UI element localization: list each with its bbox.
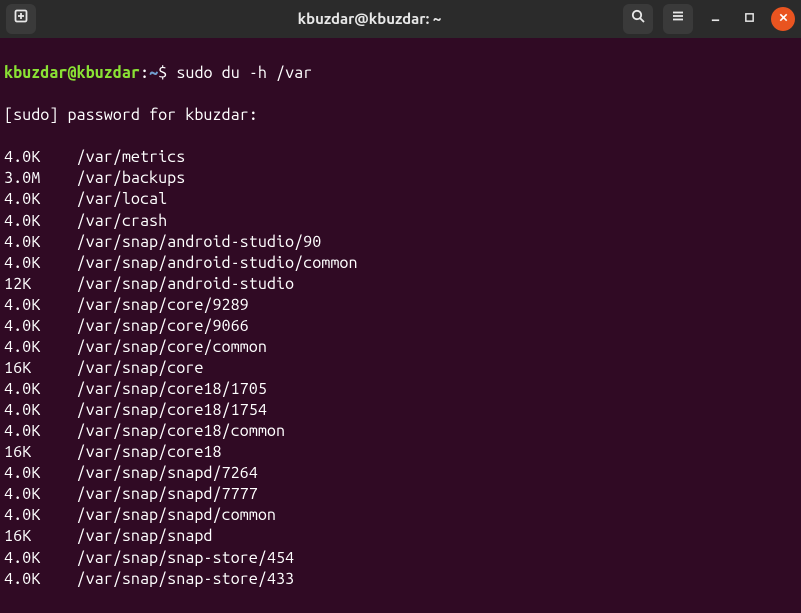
- size-value: 4.0K: [4, 484, 77, 505]
- path-value: /var/snap/snapd/7777: [77, 485, 258, 503]
- size-value: 16K: [4, 358, 77, 379]
- size-value: 4.0K: [4, 505, 77, 526]
- path-value: /var/snap/snapd/7264: [77, 464, 258, 482]
- path-value: /var/metrics: [77, 148, 186, 166]
- maximize-button[interactable]: [737, 7, 761, 31]
- path-value: /var/snap/core/9066: [77, 317, 249, 335]
- output-row: 16K/var/snap/core: [4, 358, 797, 379]
- path-value: /var/snap/core18: [77, 443, 222, 461]
- path-value: /var/snap/snapd: [77, 527, 213, 545]
- sudo-password-line: [sudo] password for kbuzdar:: [4, 105, 797, 126]
- prompt-path: ~: [149, 64, 158, 82]
- size-value: 4.0K: [4, 337, 77, 358]
- prompt-colon: :: [140, 64, 149, 82]
- path-value: /var/snap/core18/1754: [77, 401, 267, 419]
- prompt-at: @: [67, 64, 76, 82]
- size-value: 16K: [4, 442, 77, 463]
- path-value: /var/backups: [77, 169, 186, 187]
- path-value: /var/local: [77, 190, 168, 208]
- size-value: 4.0K: [4, 569, 77, 590]
- path-value: /var/snap/core18/1705: [77, 380, 267, 398]
- size-value: 4.0K: [4, 379, 77, 400]
- output-row: 4.0K/var/local: [4, 189, 797, 210]
- path-value: /var/snap/core18/common: [77, 422, 286, 440]
- size-value: 4.0K: [4, 316, 77, 337]
- window-title: kbuzdar@kbuzdar: ~: [122, 9, 617, 29]
- output-row: 4.0K/var/snap/android-studio/common: [4, 253, 797, 274]
- output-row: 12K/var/snap/android-studio: [4, 274, 797, 295]
- path-value: /var/snap/core/9289: [77, 296, 249, 314]
- search-icon: [630, 8, 646, 30]
- output-row: 4.0K/var/snap/snapd/7777: [4, 484, 797, 505]
- close-button[interactable]: [771, 7, 795, 31]
- maximize-icon: [744, 8, 755, 29]
- output-row: 3.0M/var/backups: [4, 168, 797, 189]
- size-value: 3.0M: [4, 168, 77, 189]
- terminal-output[interactable]: kbuzdar@kbuzdar:~$ sudo du -h /var [sudo…: [0, 38, 801, 613]
- path-value: /var/snap/core/common: [77, 338, 267, 356]
- new-tab-icon: [13, 8, 29, 30]
- prompt-host: kbuzdar: [77, 64, 140, 82]
- menu-button[interactable]: [663, 4, 693, 34]
- output-row: 4.0K/var/snap/core18/1705: [4, 379, 797, 400]
- output-row: 4.0K/var/snap/android-studio/90: [4, 232, 797, 253]
- size-value: 4.0K: [4, 400, 77, 421]
- path-value: /var/snap/android-studio/common: [77, 254, 358, 272]
- path-value: /var/snap/snap-store/433: [77, 570, 295, 588]
- path-value: /var/snap/snapd/common: [77, 506, 276, 524]
- size-value: 4.0K: [4, 548, 77, 569]
- size-value: 4.0K: [4, 421, 77, 442]
- output-row: 4.0K/var/snap/core18/1754: [4, 400, 797, 421]
- path-value: /var/snap/core: [77, 359, 204, 377]
- command-text: sudo du -h /var: [167, 64, 312, 82]
- search-button[interactable]: [623, 4, 653, 34]
- output-row: 4.0K/var/snap/snap-store/433: [4, 569, 797, 590]
- prompt-dollar: $: [158, 64, 167, 82]
- size-value: 4.0K: [4, 463, 77, 484]
- output-row: 4.0K/var/snap/core/9289: [4, 295, 797, 316]
- minimize-button[interactable]: [703, 7, 727, 31]
- path-value: /var/snap/android-studio: [77, 275, 295, 293]
- size-value: 12K: [4, 274, 77, 295]
- size-value: 4.0K: [4, 295, 77, 316]
- prompt-user: kbuzdar: [4, 64, 67, 82]
- output-row: 4.0K/var/snap/core/9066: [4, 316, 797, 337]
- output-row: 4.0K/var/metrics: [4, 147, 797, 168]
- output-row: 4.0K/var/snap/snap-store/454: [4, 548, 797, 569]
- size-value: 4.0K: [4, 147, 77, 168]
- size-value: 4.0K: [4, 232, 77, 253]
- hamburger-icon: [670, 8, 686, 30]
- output-row: 16K/var/snap/core18: [4, 442, 797, 463]
- size-value: 4.0K: [4, 211, 77, 232]
- path-value: /var/snap/snap-store/454: [77, 549, 295, 567]
- output-row: 4.0K/var/crash: [4, 211, 797, 232]
- prompt-line: kbuzdar@kbuzdar:~$ sudo du -h /var: [4, 63, 797, 84]
- output-row: 4.0K/var/snap/core/common: [4, 337, 797, 358]
- output-row: 4.0K/var/snap/core18/common: [4, 421, 797, 442]
- size-value: 4.0K: [4, 253, 77, 274]
- close-icon: [778, 8, 789, 29]
- size-value: 4.0K: [4, 189, 77, 210]
- size-value: 16K: [4, 526, 77, 547]
- path-value: /var/crash: [77, 212, 168, 230]
- output-row: 16K/var/snap/snapd: [4, 526, 797, 547]
- path-value: /var/snap/android-studio/90: [77, 233, 322, 251]
- minimize-icon: [710, 8, 721, 29]
- window-titlebar: kbuzdar@kbuzdar: ~: [0, 0, 801, 38]
- new-tab-button[interactable]: [6, 4, 36, 34]
- output-row: 4.0K/var/snap/snapd/common: [4, 505, 797, 526]
- output-row: 4.0K/var/snap/snapd/7264: [4, 463, 797, 484]
